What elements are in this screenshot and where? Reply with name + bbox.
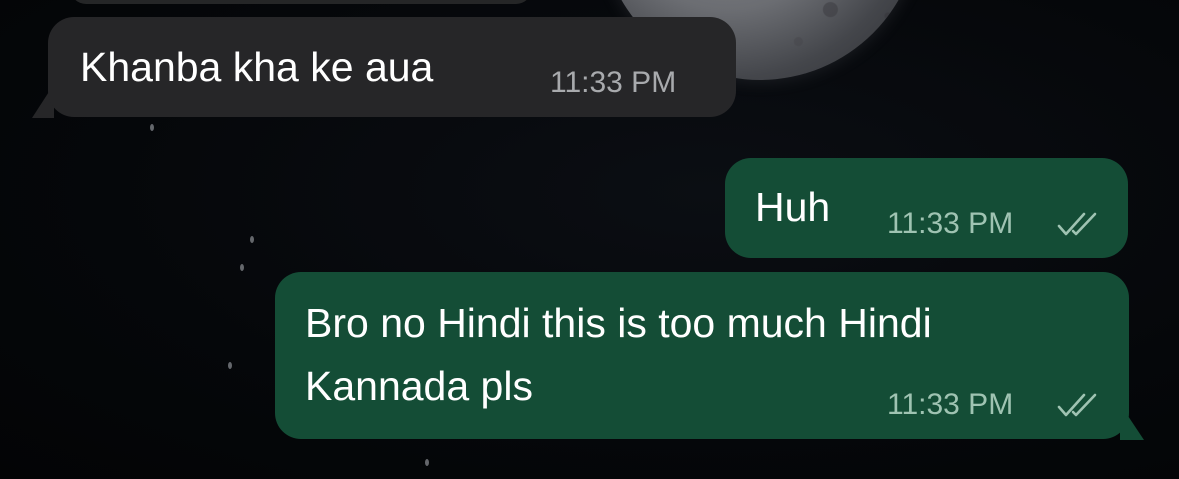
bubble-tail-outgoing: [1120, 404, 1144, 440]
message-text-line-1: Bro no Hindi this is too much Hindi: [305, 300, 932, 346]
previous-message-bubble-edge: [70, 0, 532, 4]
star-dot: [150, 124, 154, 131]
message-bubble-incoming[interactable]: Khanba kha ke aua 11:33 PM: [48, 17, 736, 117]
message-bubble-outgoing[interactable]: Bro no Hindi this is too much Hindi Kann…: [275, 272, 1129, 439]
star-dot: [240, 264, 244, 271]
message-text-line-2: Kannada pls: [305, 363, 533, 409]
message-timestamp: 11:33 PM: [887, 207, 1014, 240]
chat-background: Khanba kha ke aua 11:33 PM Huh 11:33 PM …: [0, 0, 1179, 479]
message-timestamp: 11:33 PM: [887, 388, 1014, 421]
star-dot: [228, 362, 232, 369]
read-double-check-icon: [1057, 212, 1097, 236]
message-timestamp: 11:33 PM: [550, 66, 677, 99]
star-dot: [425, 459, 429, 466]
read-double-check-icon: [1057, 393, 1097, 417]
message-text: Huh: [755, 184, 831, 230]
message-bubble-outgoing[interactable]: Huh 11:33 PM: [725, 158, 1128, 258]
message-text: Khanba kha ke aua: [80, 44, 434, 90]
star-dot: [250, 236, 254, 243]
